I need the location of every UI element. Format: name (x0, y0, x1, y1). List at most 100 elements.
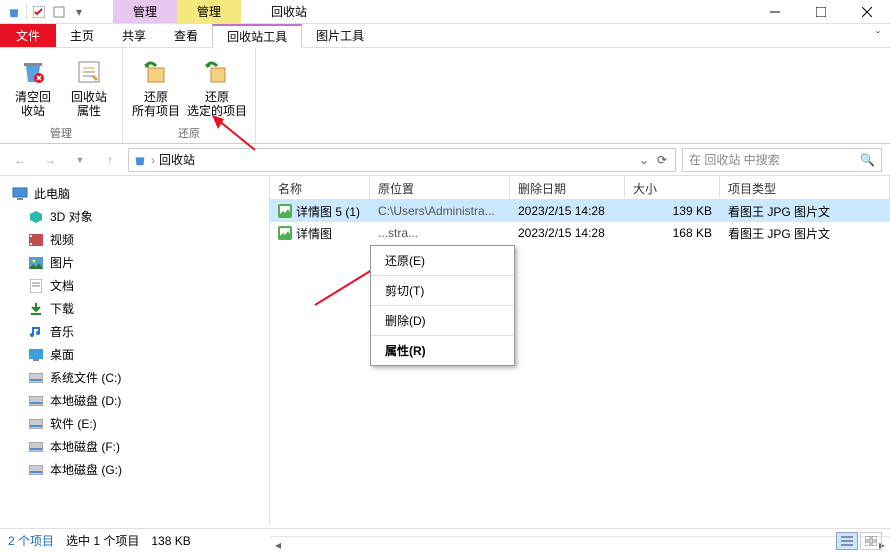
file-type: 看图王 JPG 图片文 (720, 225, 890, 242)
history-dropdown-icon[interactable]: ⌄ (639, 153, 649, 167)
image-file-icon (278, 226, 292, 240)
tree-documents[interactable]: 文档 (0, 274, 269, 297)
ribbon-collapse-button[interactable]: ˇ (866, 24, 890, 47)
tree-desktop[interactable]: 桌面 (0, 343, 269, 366)
file-row[interactable]: 详情图 5 (1) C:\Users\Administra... 2023/2/… (270, 200, 890, 222)
tree-drive-g[interactable]: 本地磁盘 (G:) (0, 458, 269, 481)
view-details-button[interactable] (836, 532, 858, 550)
tree-label: 本地磁盘 (G:) (50, 461, 122, 478)
context-menu: 还原(E) 剪切(T) 删除(D) 属性(R) (370, 245, 515, 366)
ribbon-tabs: 文件 主页 共享 查看 回收站工具 图片工具 ˇ (0, 24, 890, 48)
search-box[interactable]: 🔍 (682, 148, 882, 172)
window-title: 回收站 (271, 3, 307, 20)
tree-label: 下载 (50, 300, 74, 317)
menu-delete[interactable]: 删除(D) (371, 306, 514, 336)
ribbon-group-restore: 还原 所有项目 还原 选定的项目 还原 (123, 48, 256, 143)
group-label: 管理 (50, 123, 72, 141)
search-input[interactable] (689, 153, 860, 167)
drive-icon (28, 439, 44, 455)
col-original-location[interactable]: 原位置 (370, 176, 510, 199)
tree-videos[interactable]: 视频 (0, 228, 269, 251)
recycle-bin-icon (6, 4, 22, 20)
title-bar: ▾ 管理 管理 回收站 (0, 0, 890, 24)
tree-label: 视频 (50, 231, 74, 248)
tree-label: 桌面 (50, 346, 74, 363)
file-location: C:\Users\Administra... (370, 204, 510, 218)
view-thumbnails-button[interactable] (860, 532, 882, 550)
tab-share[interactable]: 共享 (108, 24, 160, 47)
nav-recent-dropdown[interactable]: ▼ (68, 148, 92, 172)
nav-up-button[interactable]: ↑ (98, 148, 122, 172)
qat-dropdown-icon[interactable]: ▾ (71, 4, 87, 20)
tree-drive-c[interactable]: 系统文件 (C:) (0, 366, 269, 389)
tree-label: 本地磁盘 (F:) (50, 438, 120, 455)
image-file-icon (278, 204, 292, 218)
tree-label: 系统文件 (C:) (50, 369, 121, 386)
restore-all-button[interactable]: 还原 所有项目 (131, 52, 181, 123)
tree-drive-d[interactable]: 本地磁盘 (D:) (0, 389, 269, 412)
menu-restore[interactable]: 还原(E) (371, 246, 514, 276)
tree-drive-f[interactable]: 本地磁盘 (F:) (0, 435, 269, 458)
recycle-bin-icon (133, 153, 147, 167)
col-name[interactable]: 名称 (270, 176, 370, 199)
address-bar: ← → ▼ ↑ › 回收站 ⌄ ⟳ 🔍 (0, 144, 890, 176)
restore-selected-button[interactable]: 还原 选定的项目 (187, 52, 247, 123)
file-type: 看图王 JPG 图片文 (720, 203, 890, 220)
tab-home[interactable]: 主页 (56, 24, 108, 47)
computer-icon (12, 186, 28, 202)
col-date-deleted[interactable]: 删除日期 (510, 176, 625, 199)
desktop-icon (28, 347, 44, 363)
empty-recycle-bin-button[interactable]: 清空回 收站 (8, 52, 58, 123)
file-date: 2023/2/15 14:28 (510, 204, 625, 218)
tree-label: 文档 (50, 277, 74, 294)
ribbon-group-manage: 清空回 收站 回收站 属性 管理 (0, 48, 123, 143)
nav-forward-button[interactable]: → (38, 148, 62, 172)
drive-icon (28, 462, 44, 478)
properties-icon (73, 56, 105, 88)
tree-this-pc[interactable]: 此电脑 (0, 182, 269, 205)
search-icon[interactable]: 🔍 (860, 153, 875, 167)
properties-icon[interactable] (51, 4, 67, 20)
tab-picture-tools[interactable]: 图片工具 (302, 24, 378, 47)
download-icon (28, 301, 44, 317)
file-name: 详情图 5 (1) (296, 203, 360, 220)
menu-cut[interactable]: 剪切(T) (371, 276, 514, 306)
navigation-pane[interactable]: 此电脑 3D 对象 视频 图片 文档 下载 音乐 桌面 系统文件 (C:) 本地… (0, 176, 270, 524)
quick-access-toolbar: ▾ (0, 4, 93, 20)
tab-file[interactable]: 文件 (0, 24, 56, 47)
minimize-button[interactable] (752, 0, 798, 24)
context-tab-picture-tools[interactable]: 管理 (177, 0, 241, 23)
tree-drive-e[interactable]: 软件 (E:) (0, 412, 269, 435)
file-name: 详情图 (296, 225, 332, 242)
menu-properties[interactable]: 属性(R) (371, 336, 514, 365)
file-row[interactable]: 详情图 ...stra... 2023/2/15 14:28 168 KB 看图… (270, 222, 890, 244)
tree-music[interactable]: 音乐 (0, 320, 269, 343)
file-size: 139 KB (625, 204, 720, 218)
tree-label: 3D 对象 (50, 208, 93, 225)
context-tab-recycle-tools[interactable]: 管理 (113, 0, 177, 23)
button-label: 回收站 属性 (71, 90, 107, 119)
tab-recycle-tools[interactable]: 回收站工具 (212, 24, 302, 48)
nav-back-button[interactable]: ← (8, 148, 32, 172)
restore-all-icon (140, 56, 172, 88)
tree-3d-objects[interactable]: 3D 对象 (0, 205, 269, 228)
documents-icon (28, 278, 44, 294)
checkbox-icon[interactable] (31, 4, 47, 20)
col-size[interactable]: 大小 (625, 176, 720, 199)
breadcrumb-segment[interactable]: 回收站 (159, 151, 195, 168)
recycle-bin-properties-button[interactable]: 回收站 属性 (64, 52, 114, 123)
trash-icon (17, 56, 49, 88)
tree-downloads[interactable]: 下载 (0, 297, 269, 320)
restore-selected-icon (201, 56, 233, 88)
file-list[interactable]: 名称 原位置 删除日期 大小 项目类型 详情图 5 (1) C:\Users\A… (270, 176, 890, 524)
column-headers: 名称 原位置 删除日期 大小 项目类型 (270, 176, 890, 200)
col-item-type[interactable]: 项目类型 (720, 176, 890, 199)
tree-pictures[interactable]: 图片 (0, 251, 269, 274)
refresh-button[interactable]: ⟳ (653, 153, 671, 167)
maximize-button[interactable] (798, 0, 844, 24)
breadcrumb[interactable]: › 回收站 ⌄ ⟳ (128, 148, 676, 172)
close-button[interactable] (844, 0, 890, 24)
tree-label: 软件 (E:) (50, 415, 97, 432)
tree-label: 本地磁盘 (D:) (50, 392, 121, 409)
tab-view[interactable]: 查看 (160, 24, 212, 47)
